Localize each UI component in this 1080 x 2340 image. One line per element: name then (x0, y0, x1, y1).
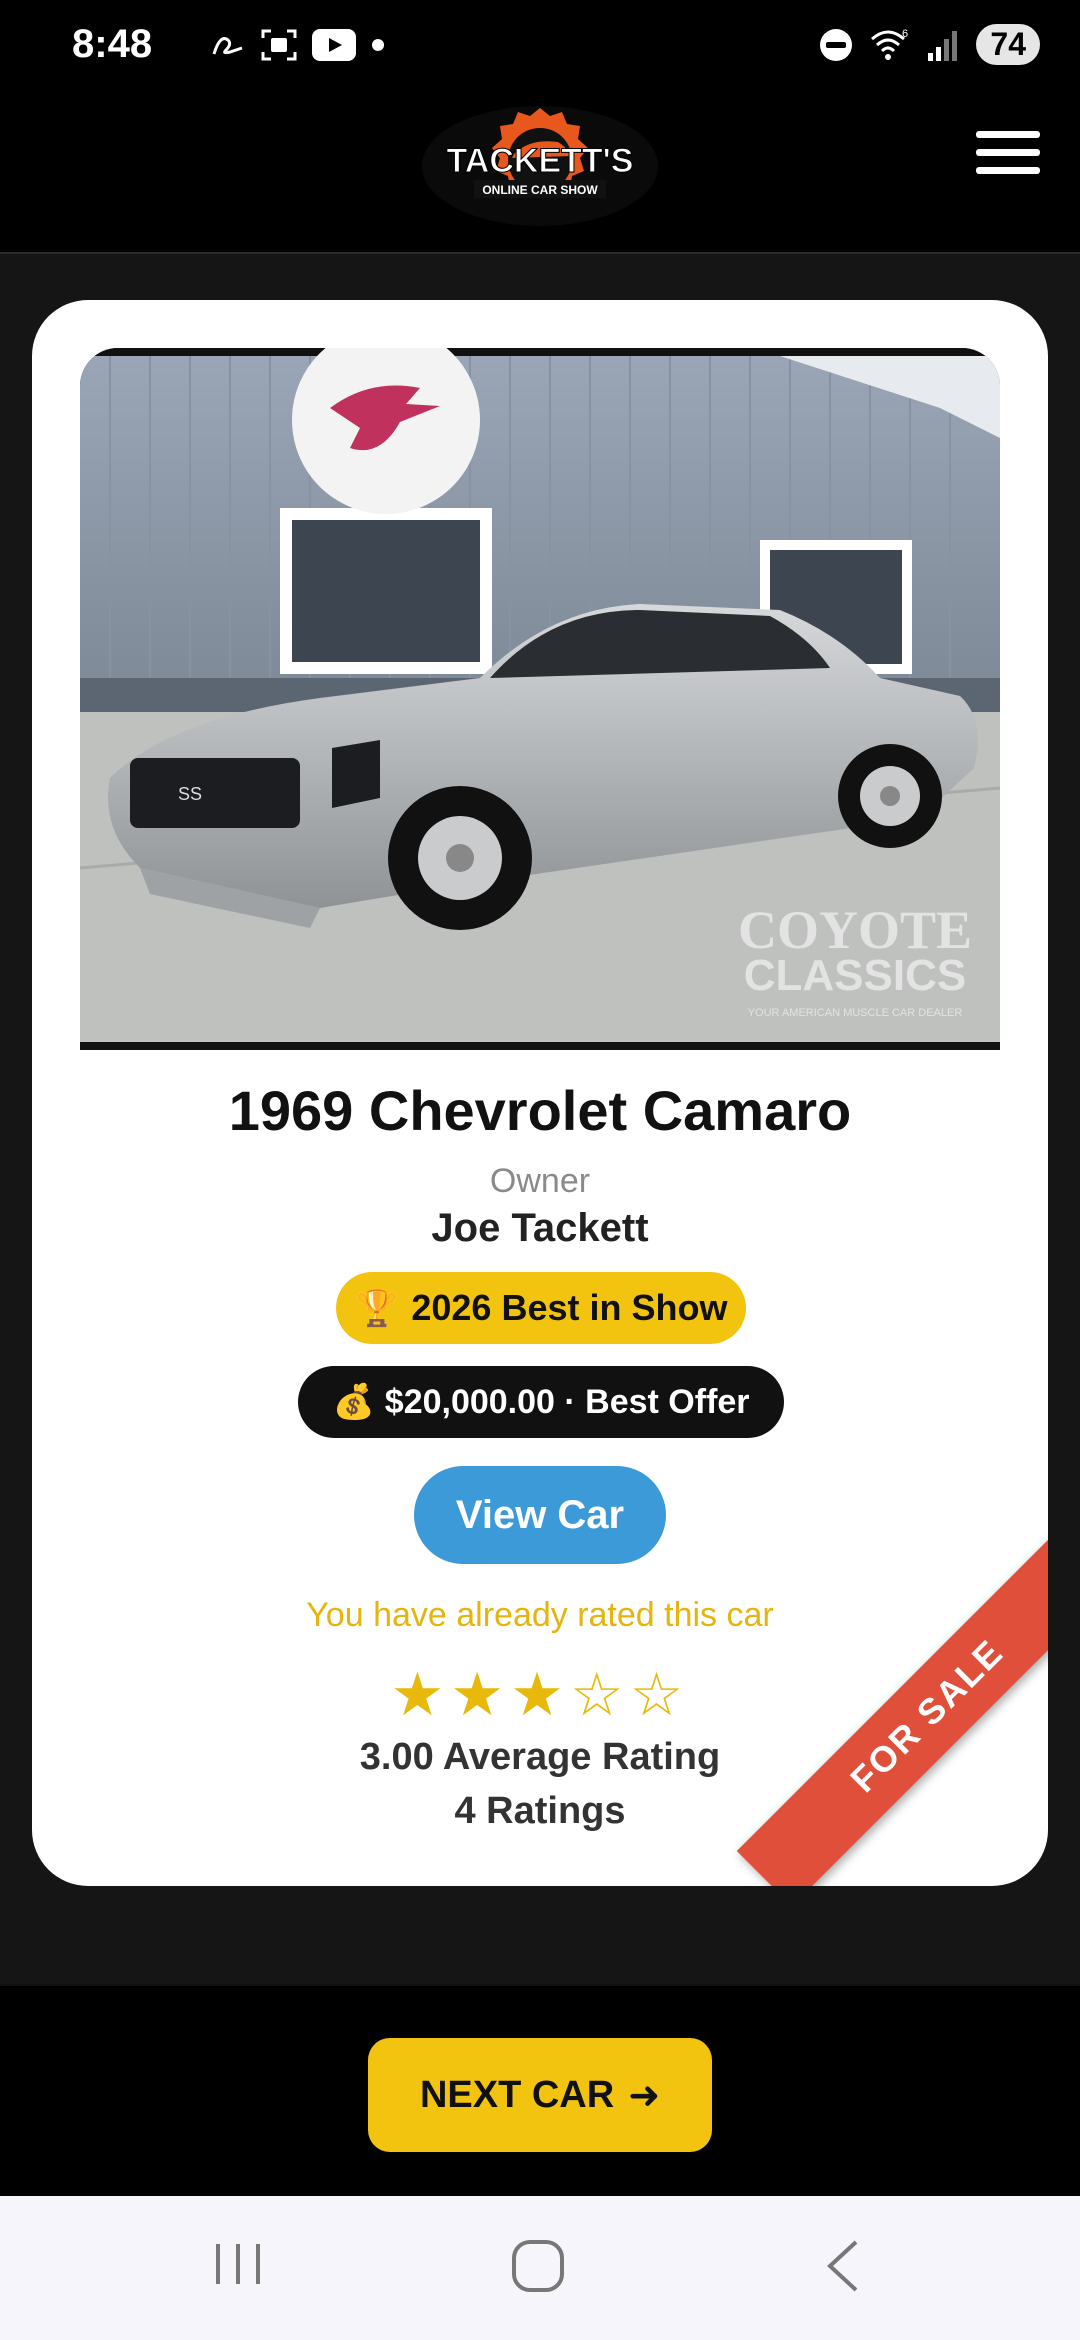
price-badge: 💰 $20,000.00 · Best Offer (298, 1366, 784, 1438)
dot-icon (372, 39, 384, 51)
owner-name: Joe Tackett (431, 1206, 649, 1250)
trophy-icon: 🏆 (354, 1287, 400, 1328)
svg-text:YOUR AMERICAN MUSCLE CAR DEALE: YOUR AMERICAN MUSCLE CAR DEALER (748, 1007, 963, 1019)
next-car-label: NEXT CAR (419, 2073, 615, 2116)
back-icon[interactable] (820, 2236, 868, 2296)
car-photo[interactable]: SS COYOTE CLASSICS YOUR AMERICAN MUSCLE … (80, 348, 1000, 1050)
logo-name: TACKETT'S (447, 142, 634, 180)
already-rated-message: You have already rated this car (306, 1596, 774, 1634)
site-header: TACKETT'S ONLINE CAR SHOW (0, 96, 1080, 254)
svg-text:6: 6 (902, 28, 908, 40)
money-bag-icon: 💰 (332, 1383, 375, 1421)
status-notification-icons (210, 28, 386, 62)
system-nav-bar (0, 2196, 1080, 2340)
recent-apps-icon[interactable] (212, 2240, 264, 2288)
battery-indicator: 74 (976, 24, 1040, 65)
a-icon (212, 37, 243, 55)
svg-text:CLASSICS: CLASSICS (744, 951, 966, 1000)
status-time: 8:48 (72, 22, 153, 66)
arrow-right-icon: ➜ (628, 2074, 661, 2117)
screenshot-icon (261, 29, 297, 61)
view-car-button[interactable]: View Car (414, 1466, 666, 1564)
youtube-icon (312, 29, 356, 61)
hamburger-icon (976, 131, 1040, 138)
owner-label: Owner (489, 1162, 591, 1200)
svg-text:SS: SS (178, 784, 202, 804)
award-label: 2026 Best in Show (411, 1287, 728, 1328)
dnd-icon (820, 28, 853, 61)
home-icon[interactable] (508, 2236, 568, 2296)
logo-tagline: ONLINE CAR SHOW (482, 183, 598, 197)
wifi-6-icon: 6 (871, 28, 909, 60)
signal-icon (928, 30, 958, 61)
status-system-icons: 6 74 (818, 24, 1040, 65)
car-title: 1969 Chevrolet Camaro (228, 1079, 852, 1142)
car-card: SS COYOTE CLASSICS YOUR AMERICAN MUSCLE … (32, 300, 1048, 1886)
site-logo[interactable]: TACKETT'S ONLINE CAR SHOW (420, 100, 660, 228)
price-label: $20,000.00 · Best Offer (384, 1382, 750, 1421)
hamburger-menu-button[interactable] (976, 120, 1040, 184)
award-badge: 🏆 2026 Best in Show (336, 1272, 746, 1344)
bottom-bar: NEXT CAR ➜ (0, 1986, 1080, 2196)
next-car-button[interactable]: NEXT CAR ➜ (368, 2038, 712, 2152)
status-bar: 8:48 6 74 (0, 0, 1080, 96)
